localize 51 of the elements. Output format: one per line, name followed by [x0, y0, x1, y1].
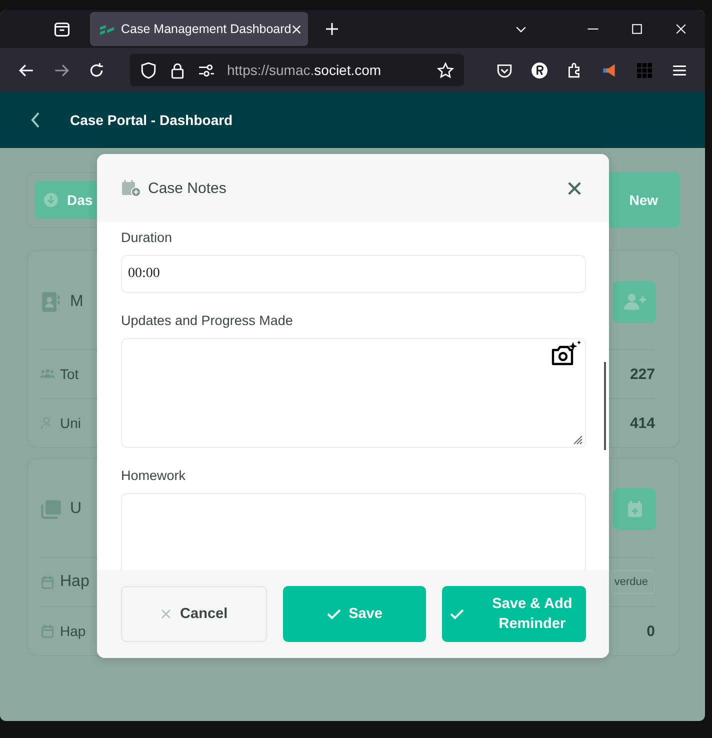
close-icon [160, 608, 172, 620]
sliders-icon[interactable] [198, 62, 215, 78]
card-title: U [70, 500, 82, 518]
row-value: 227 [630, 366, 655, 382]
page-title: Case Portal - Dashboard [70, 112, 233, 128]
address-bar[interactable]: https://sumac.societ.com [130, 54, 464, 86]
star-icon[interactable] [437, 62, 454, 78]
tab-title: Case Management Dashboard [121, 22, 292, 36]
contact-card-icon [40, 291, 62, 313]
duration-field[interactable]: 00:00 [121, 255, 586, 293]
close-icon[interactable] [674, 22, 688, 36]
cancel-button[interactable]: Cancel [121, 586, 267, 642]
field-label: Duration [121, 230, 174, 245]
dialog-title: Case Notes [148, 180, 226, 196]
status-badge: verdue [611, 570, 655, 594]
reload-icon[interactable] [88, 62, 105, 78]
forward-arrow-icon[interactable] [53, 62, 70, 78]
back-chevron-icon[interactable] [30, 111, 41, 129]
add-person-icon [624, 293, 646, 311]
camera-sparkle-icon[interactable] [550, 340, 582, 368]
users-icon [40, 367, 55, 381]
scrollbar[interactable] [604, 362, 606, 450]
tab-list-icon[interactable] [53, 20, 71, 38]
maximize-icon[interactable] [630, 22, 644, 36]
checkmark-icon [450, 608, 464, 620]
field-label: Homework [121, 468, 187, 483]
browser-tab[interactable]: Case Management Dashboard [90, 12, 308, 46]
lock-icon[interactable] [169, 62, 186, 78]
row-value: 414 [630, 414, 655, 432]
url-text: https://sumac.societ.com [227, 62, 382, 78]
row-label: Uni [60, 415, 82, 431]
profile-icon[interactable] [531, 62, 548, 78]
pocket-icon[interactable] [496, 62, 513, 78]
leaf-logo-icon [99, 23, 115, 35]
row-label: Hap [60, 623, 86, 639]
row-label: Tot [60, 366, 79, 382]
download-icon [43, 192, 59, 208]
field-label: Updates and Progress Made [121, 313, 294, 328]
plus-icon[interactable] [324, 21, 340, 37]
checkmark-icon [326, 608, 341, 620]
calendar-icon [40, 575, 55, 589]
calendar-icon [40, 624, 55, 638]
calendars-icon [40, 498, 62, 520]
shield-icon[interactable] [140, 62, 157, 78]
calendar-add-icon [121, 179, 141, 197]
resize-handle-icon[interactable] [571, 433, 583, 445]
row-value: 0 [646, 622, 655, 640]
card-title: M [70, 293, 84, 311]
back-arrow-icon[interactable] [18, 62, 35, 78]
megaphone-icon[interactable] [601, 62, 618, 78]
row-label: Hap [60, 573, 90, 591]
